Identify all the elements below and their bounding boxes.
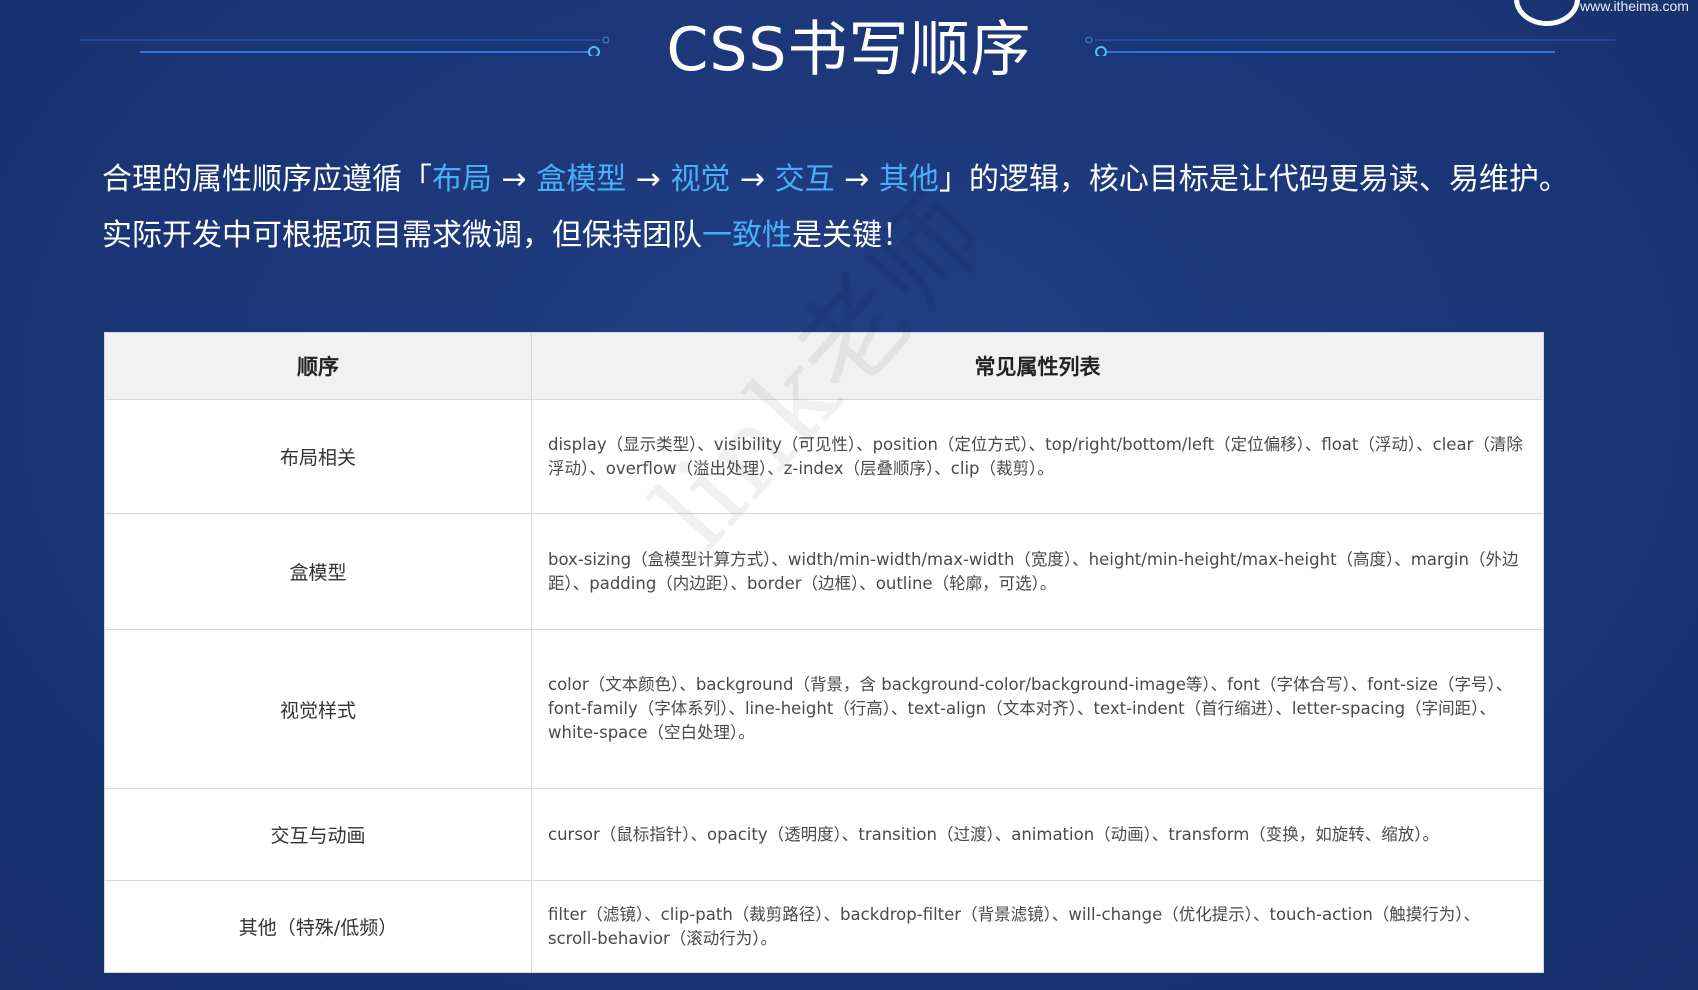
css-order-table: 顺序 常见属性列表 布局相关 display（显示类型）、visibility（…: [104, 332, 1544, 973]
table-row: 其他（特殊/低频） filter（滤镜）、clip-path（裁剪路径）、bac…: [104, 880, 1544, 973]
table-row: 视觉样式 color（文本颜色）、background（背景，含 backgro…: [104, 629, 1544, 789]
intro-text-segment: 合理的属性顺序应遵循「: [102, 162, 432, 197]
intro-text-segment: →: [730, 162, 775, 197]
props-cell: filter（滤镜）、clip-path（裁剪路径）、backdrop-filt…: [531, 880, 1544, 973]
intro-text-segment: 是关键！: [792, 218, 912, 253]
order-cell: 盒模型: [104, 513, 532, 630]
order-cell: 视觉样式: [104, 629, 532, 789]
intro-text-segment: →: [492, 162, 537, 197]
intro-text-segment: 」的逻辑，核心目标是让代码更易读、易维护。: [938, 162, 1569, 197]
highlight-text: 视觉: [670, 162, 731, 197]
intro-text-segment: →: [834, 162, 879, 197]
page-title: CSS书写顺序: [666, 15, 1032, 85]
highlight-text: 布局: [432, 162, 492, 197]
table-row: 布局相关 display（显示类型）、visibility（可见性）、posit…: [104, 399, 1544, 514]
intro-text: 合理的属性顺序应遵循「布局 → 盒模型 → 视觉 → 交互 → 其他」的逻辑，核…: [102, 152, 1662, 264]
intro-text-segment: 实际开发中可根据项目需求微调，但保持团队: [102, 218, 702, 253]
highlight-text: 交互: [774, 162, 835, 197]
brand-url: www.itheima.com: [1580, 0, 1689, 14]
intro-text-segment: →: [626, 162, 671, 197]
intro-line-1: 合理的属性顺序应遵循「布局 → 盒模型 → 视觉 → 交互 → 其他」的逻辑，核…: [102, 152, 1662, 208]
highlight-text: 盒模型: [536, 162, 627, 197]
table-row: 盒模型 box-sizing（盒模型计算方式）、width/min-width/…: [104, 513, 1544, 630]
header-props: 常见属性列表: [531, 332, 1544, 400]
props-cell: box-sizing（盒模型计算方式）、width/min-width/max-…: [531, 513, 1544, 630]
highlight-text: 一致性: [702, 218, 792, 253]
table-row: 交互与动画 cursor（鼠标指针）、opacity（透明度）、transiti…: [104, 788, 1544, 881]
table-header-row: 顺序 常见属性列表: [104, 332, 1544, 400]
order-cell: 布局相关: [104, 399, 532, 514]
header-order: 顺序: [104, 332, 532, 400]
props-cell: display（显示类型）、visibility（可见性）、position（定…: [531, 399, 1544, 514]
props-cell: color（文本颜色）、background（背景，含 background-c…: [531, 629, 1544, 789]
intro-line-2: 实际开发中可根据项目需求微调，但保持团队一致性是关键！: [102, 208, 1662, 264]
slide: CSS书写顺序 www.itheima.com 合理的属性顺序应遵循「布局 → …: [0, 0, 1698, 990]
order-cell: 其他（特殊/低频）: [104, 880, 532, 973]
highlight-text: 其他: [878, 162, 939, 197]
order-cell: 交互与动画: [104, 788, 532, 881]
props-cell: cursor（鼠标指针）、opacity（透明度）、transition（过渡）…: [531, 788, 1544, 881]
